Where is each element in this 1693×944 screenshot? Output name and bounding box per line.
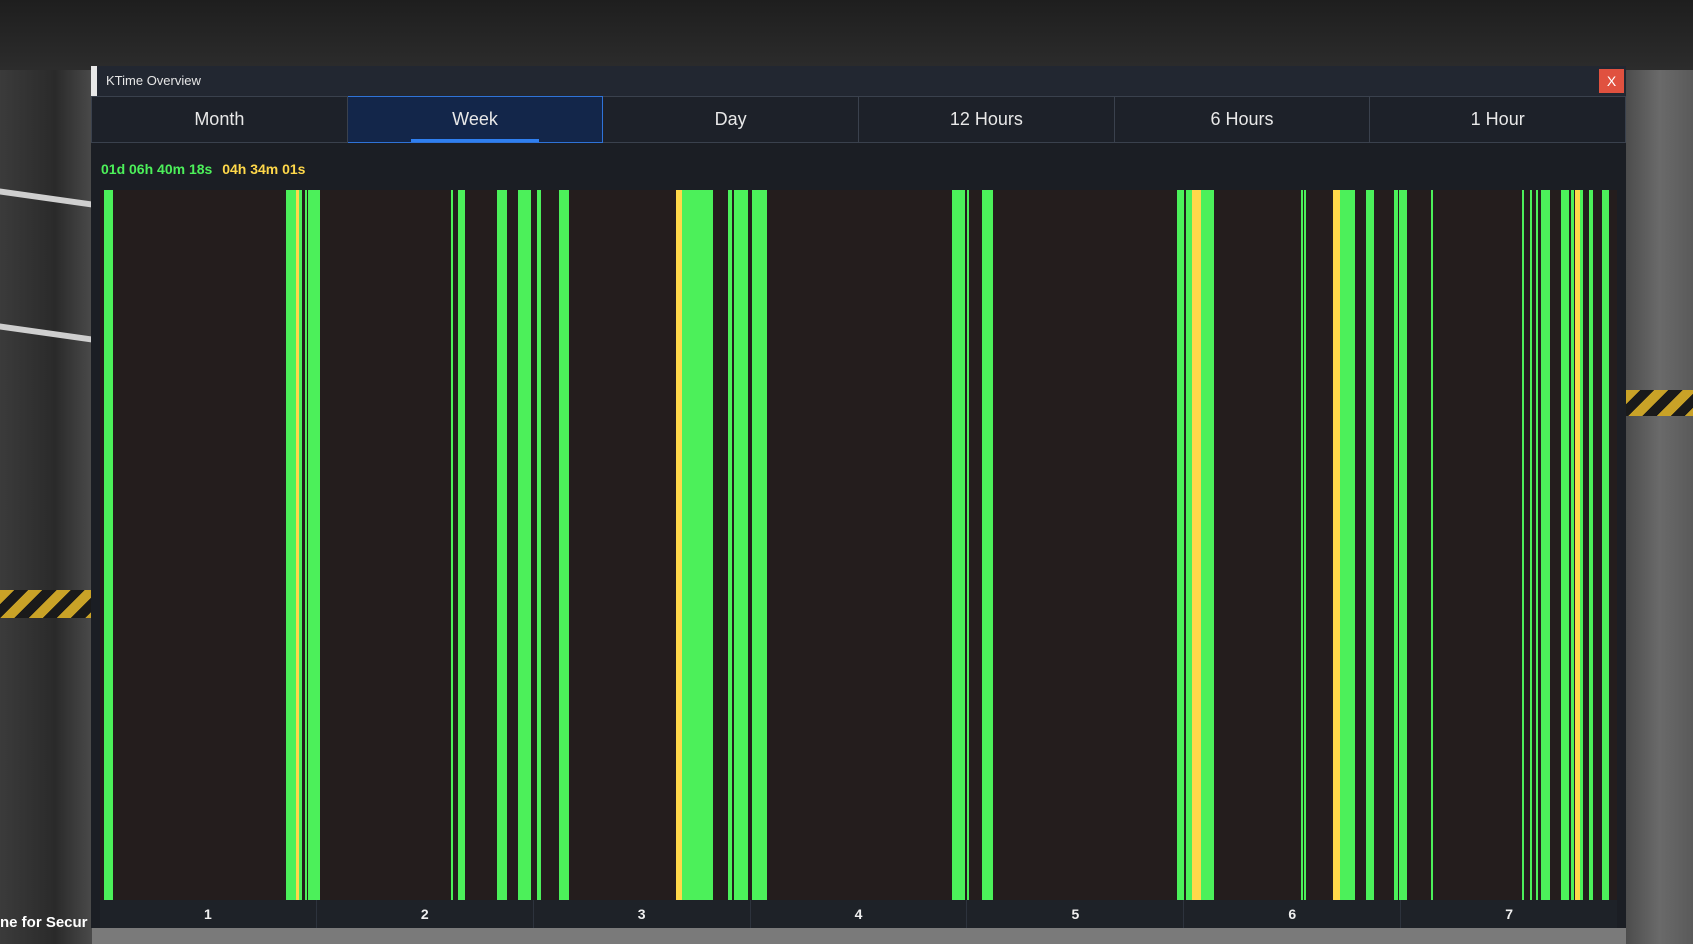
tab-month[interactable]: Month (91, 96, 348, 143)
active-segment (1535, 190, 1538, 900)
active-segment (1177, 190, 1184, 900)
ktime-overview-window: KTime Overview X Month Week Day 12 Hours… (91, 66, 1627, 928)
day-tick-label: 1 (204, 906, 212, 922)
window-title: KTime Overview (106, 73, 201, 88)
tab-1-hour[interactable]: 1 Hour (1370, 96, 1627, 143)
active-segment (752, 190, 768, 900)
active-segment (536, 190, 541, 900)
active-segment (982, 190, 993, 900)
active-segment (1571, 190, 1574, 900)
active-segment (1588, 190, 1594, 900)
day-tick-label: 7 (1400, 900, 1617, 928)
background-hazard-stripe (0, 590, 92, 618)
day-tick-label: 2 (315, 900, 533, 928)
day-tick-label: 5 (966, 900, 1183, 928)
tab-6-hours[interactable]: 6 Hours (1114, 96, 1371, 143)
active-segment (733, 190, 748, 900)
active-segment (1399, 190, 1407, 900)
active-segment (728, 190, 732, 900)
active-segment (1601, 190, 1610, 900)
tab-day[interactable]: Day (603, 96, 860, 143)
day-tick-label: 4 (749, 900, 967, 928)
active-segment (308, 190, 320, 900)
tab-12-hours[interactable]: 12 Hours (859, 96, 1115, 143)
time-summary: 01d 06h 40m 18s 04h 34m 01s (101, 161, 305, 177)
background-caption: ne for Secur (0, 914, 88, 931)
idle-segment (1192, 190, 1201, 900)
active-segment (1300, 190, 1303, 900)
active-segment (681, 190, 714, 900)
active-segment (286, 190, 297, 900)
active-segment (1580, 190, 1584, 900)
active-segment (1303, 190, 1306, 900)
active-segment (559, 190, 570, 900)
day-axis: 1 2 3 4 5 6 7 (100, 900, 1617, 928)
background-hazard-stripe (1626, 390, 1693, 416)
tab-week[interactable]: Week (347, 96, 604, 143)
active-segment (518, 190, 532, 900)
active-segment (457, 190, 466, 900)
active-time-total: 01d 06h 40m 18s (101, 161, 213, 177)
active-segment (104, 190, 113, 900)
active-segment (451, 190, 454, 900)
activity-timeline-chart (100, 190, 1617, 900)
active-segment (966, 190, 969, 900)
title-bar[interactable]: KTime Overview X (91, 66, 1626, 96)
active-segment (1541, 190, 1550, 900)
idle-time-total: 04h 34m 01s (222, 161, 306, 177)
background-ceiling (0, 0, 1693, 70)
active-segment (1530, 190, 1533, 900)
active-segment (496, 190, 508, 900)
background-floor (92, 928, 1626, 944)
title-accent (91, 66, 97, 96)
day-tick-label: 6 (1183, 900, 1400, 928)
close-button[interactable]: X (1599, 69, 1624, 93)
active-segment (1393, 190, 1399, 900)
background-wall-right (1626, 70, 1693, 944)
active-segment (1430, 190, 1433, 900)
active-segment (1339, 190, 1355, 900)
time-range-tabs: Month Week Day 12 Hours 6 Hours 1 Hour (91, 96, 1627, 143)
active-segment (951, 190, 965, 900)
active-segment (1521, 190, 1524, 900)
day-tick-label: 3 (532, 900, 750, 928)
active-segment (1560, 190, 1570, 900)
active-segment (1365, 190, 1375, 900)
active-segment (299, 190, 302, 900)
active-segment (304, 190, 307, 900)
active-segment (1200, 190, 1214, 900)
